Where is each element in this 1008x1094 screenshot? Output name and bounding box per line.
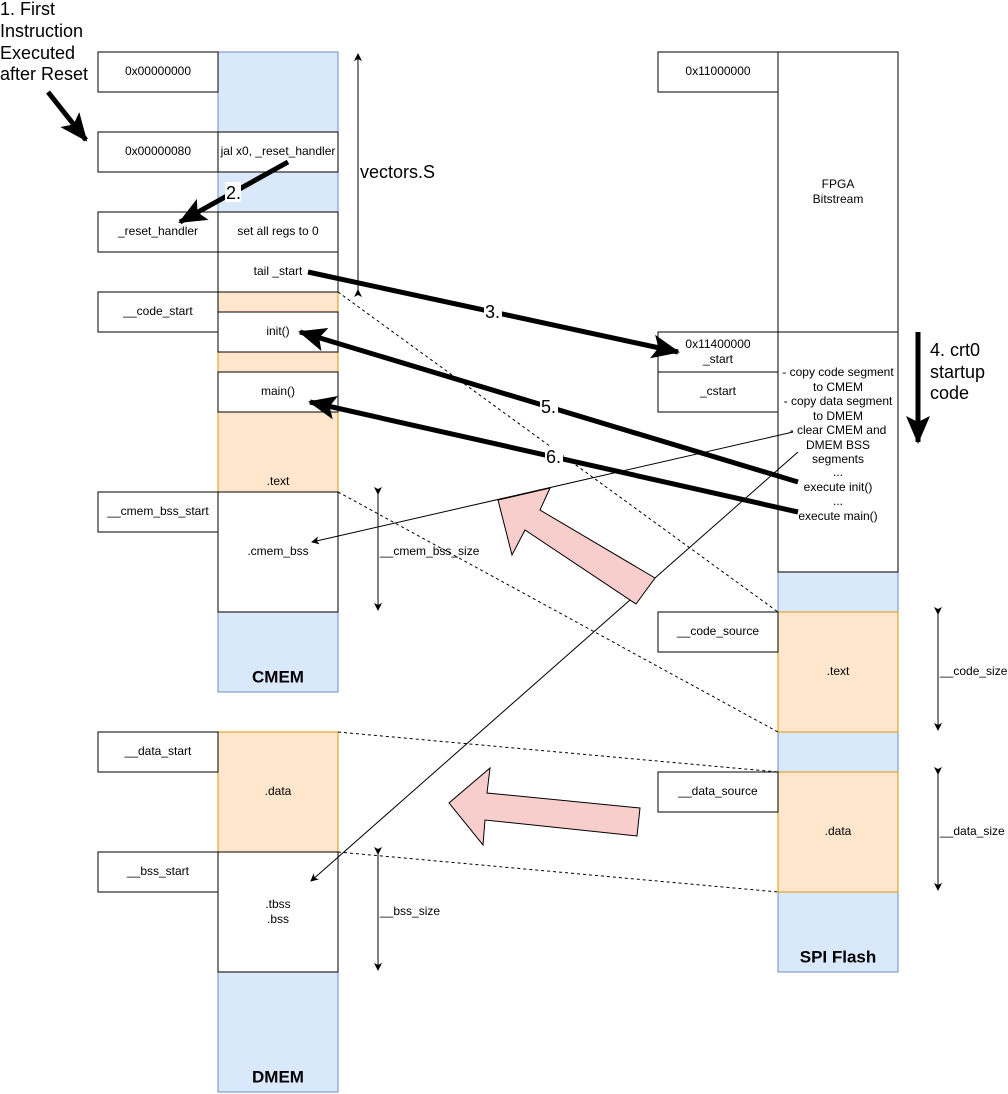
dashed-map-line [337, 731, 779, 773]
data-size-label: __data_size [939, 824, 1005, 838]
cmem-bss-size-label: __cmem_bss_size [379, 544, 480, 558]
label-flash-addr-text: 0x11000000 [685, 64, 751, 78]
cmem-text-label: .text [267, 474, 290, 488]
bitstream-text-2: Bitstream [813, 192, 864, 206]
step1-line: Instruction [0, 21, 83, 41]
crt0-line: execute main() [798, 509, 877, 523]
step1-line: 1. First [0, 0, 55, 19]
step2-label: 2. [226, 183, 241, 203]
dmem-bss-text: .bss [267, 912, 289, 926]
step4-line: 4. crt0 [930, 340, 980, 360]
dmem-column: .data .tbss .bss DMEM __data_start __bss… [97, 731, 339, 1093]
step6-label: 6. [546, 447, 561, 467]
bitstream-text-1: FPGA [822, 177, 855, 191]
crt0-line: - copy data segment [784, 394, 893, 408]
flash-text-label: .text [827, 664, 850, 678]
crt0-line: segments [812, 452, 864, 466]
step5-label: 5. [541, 397, 556, 417]
dmem-data-text: .data [265, 784, 292, 798]
cell-init-text: init() [266, 324, 289, 338]
step4-line: startup [930, 362, 985, 382]
step3-label: 3. [485, 302, 500, 322]
label-start-addr: 0x11400000 [685, 337, 751, 351]
vectors-label: vectors.S [360, 162, 435, 182]
step1-arrow [46, 90, 88, 142]
step4-label: 4. crt0 startup code [930, 340, 985, 403]
step4-line: code [930, 383, 969, 403]
label-cstart-text: _cstart [699, 384, 737, 398]
dmem-tbss-text: .tbss [265, 897, 290, 911]
bss-size-label: __bss_size [379, 904, 440, 918]
crt0-line: ... [833, 465, 843, 479]
label-start-text: _start [702, 352, 734, 366]
cell-jal-text: jal x0, _reset_handler [220, 144, 336, 158]
code-size-label: __code_size [939, 664, 1008, 678]
cell-set-regs-text: set all regs to 0 [237, 224, 319, 238]
cmem-title: CMEM [252, 667, 304, 686]
cell-cmem-bss-text: .cmem_bss [247, 544, 308, 558]
label-data-start-text: __data_start [124, 744, 192, 758]
flash-data-label: .data [825, 824, 852, 838]
crt0-line: to DMEM [813, 409, 863, 423]
memory-layout-diagram: jal x0, _reset_handler set all regs to 0… [0, 0, 1008, 1093]
dashed-map-line [337, 851, 779, 893]
label-cmem-bss-start-text: __cmem_bss_start [106, 504, 209, 518]
crt0-line: - copy code segment [782, 365, 894, 379]
label-data-source-text: __data_source [677, 784, 758, 798]
cell-main-text: main() [261, 384, 295, 398]
step1-line: Executed [0, 43, 75, 63]
flash-column: FPGA Bitstream - copy code segment to CM… [657, 51, 899, 973]
label-addr80-text: 0x00000080 [125, 144, 191, 158]
label-code-source-text: __code_source [676, 624, 759, 638]
dmem-title: DMEM [252, 1067, 304, 1086]
crt0-line: DMEM BSS [806, 438, 870, 452]
label-reset-handler-text: _reset_handler [117, 224, 198, 238]
crt0-line: execute init() [804, 480, 873, 494]
cell-tail-start-text: tail _start [254, 264, 303, 278]
crt0-line: - clear CMEM and [790, 423, 887, 437]
step1-line: after Reset [0, 64, 88, 84]
crt0-line: ... [833, 494, 843, 508]
label-addr0-text: 0x00000000 [125, 64, 191, 78]
label-bss-start-text: __bss_start [126, 864, 190, 878]
label-code-start-text: __code_start [122, 304, 193, 318]
crt0-line: to CMEM [813, 380, 863, 394]
step1-label: 1. First Instruction Executed after Rese… [0, 0, 88, 84]
cmem-column: jal x0, _reset_handler set all regs to 0… [97, 51, 339, 693]
flash-title: SPI Flash [800, 947, 877, 966]
copy-data-arrow [448, 766, 641, 847]
